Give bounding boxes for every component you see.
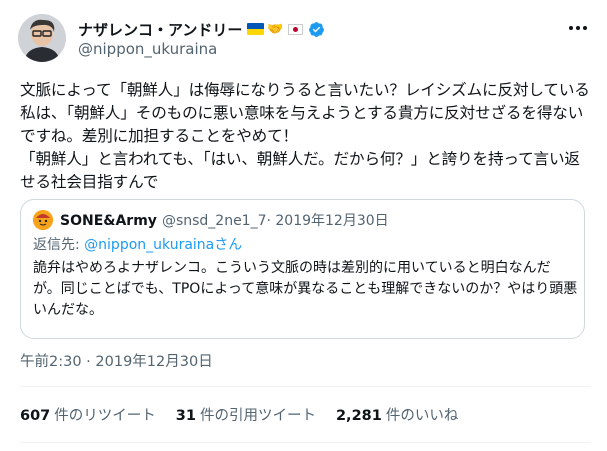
engagement-stats: 607 件のリツイート 31 件の引用ツイート 2,281 件のいいね <box>20 404 478 425</box>
likes-stat[interactable]: 2,281 件のいいね <box>336 404 458 425</box>
quoted-reply-context: 返信先: @nippon_ukurainaさん <box>33 234 242 254</box>
retweets-label: 件のリツイート <box>54 408 156 424</box>
quoted-handle: @snsd_2ne1_7 <box>161 213 267 229</box>
author-avatar[interactable] <box>18 14 66 62</box>
divider-bottom <box>20 442 590 443</box>
likes-label: 件のいいね <box>385 408 459 424</box>
author-display-name[interactable]: ナザレンコ・アンドリー <box>78 19 242 40</box>
quoted-tweet[interactable]: SONE&Army @snsd_2ne1_7 · 2019年12月30日 返信先… <box>20 199 585 339</box>
more-options-icon[interactable] <box>566 20 590 36</box>
handshake-icon: 🤝 <box>267 21 284 37</box>
reply-to-link[interactable]: @nippon_ukurainaさん <box>84 237 242 253</box>
quotes-label: 件の引用ツイート <box>199 408 316 424</box>
retweets-stat[interactable]: 607 件のリツイート <box>20 404 156 425</box>
quotes-count: 31 <box>175 408 196 424</box>
tweet-timestamp[interactable]: 午前2:30 · 2019年12月30日 <box>20 350 213 371</box>
quoted-author-avatar <box>33 210 53 230</box>
author-name-row: ナザレンコ・アンドリー 🤝 <box>78 19 325 39</box>
reply-prefix: 返信先: <box>33 237 85 253</box>
quoted-display-name: SONE&Army <box>60 213 157 229</box>
quoted-tweet-text: 詭弁はやめろよナザレンコ。こういう文脈の時は差別的に用いていると明白なんだが。同… <box>33 260 578 318</box>
divider-top <box>20 386 590 387</box>
retweets-count: 607 <box>20 408 51 424</box>
likes-count: 2,281 <box>335 408 382 424</box>
quoted-avatar-face-icon <box>33 210 53 230</box>
ukraine-flag-icon <box>247 23 265 35</box>
quotes-stat[interactable]: 31 件の引用ツイート <box>176 404 316 425</box>
author-handle[interactable]: @nippon_ukuraina <box>78 40 217 58</box>
avatar-photo-icon <box>18 14 66 62</box>
japan-flag-icon <box>287 23 303 35</box>
quoted-header: SONE&Army @snsd_2ne1_7 · 2019年12月30日 <box>60 210 389 230</box>
tweet-text: 文脈によって「朝鮮人」は侮辱になりうると言いたい？レイシズムに反対している私は、… <box>20 81 590 191</box>
quoted-date: · 2019年12月30日 <box>266 213 389 229</box>
verified-badge-icon <box>308 21 324 37</box>
